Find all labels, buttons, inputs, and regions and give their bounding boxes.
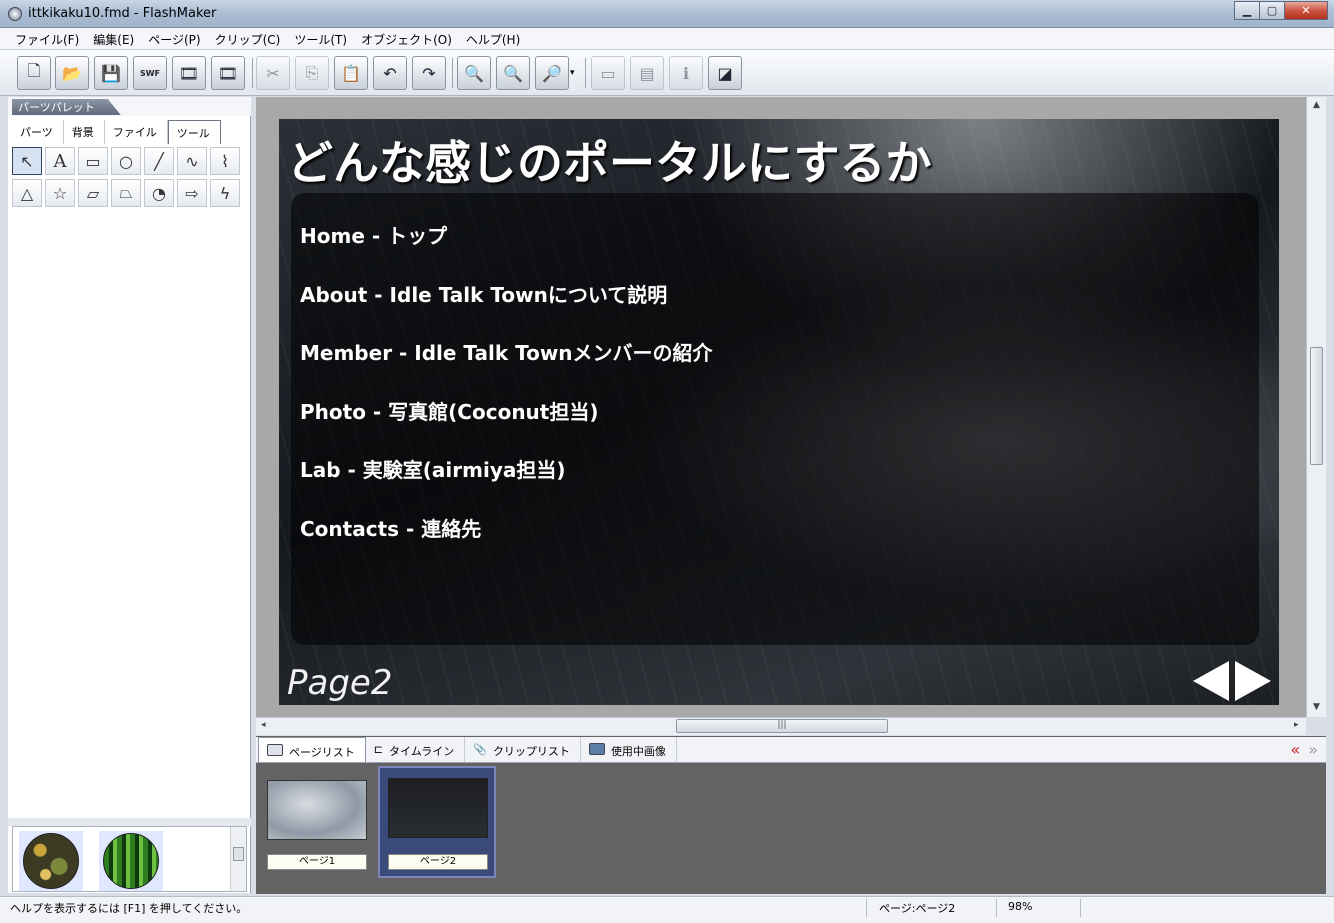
film-icon[interactable]: 🎞 [172, 56, 206, 90]
undo-icon[interactable]: ↶ [373, 56, 407, 90]
line-tool-icon[interactable]: ╱ [144, 147, 174, 175]
status-help-text: ヘルプを表示するには [F1] を押してください。 [10, 902, 248, 915]
palette-title: パーツパレット [12, 99, 121, 115]
menu-page[interactable]: ページ(P) [141, 28, 207, 49]
page2-preview-image [388, 778, 488, 838]
vertical-scroll-thumb[interactable] [1310, 347, 1323, 465]
image-icon [588, 743, 605, 755]
collapse-left-icon[interactable]: « [1290, 740, 1300, 759]
canvas-vertical-scrollbar[interactable]: ▲ ▼ [1306, 97, 1326, 717]
palette-scrollbar[interactable] [230, 827, 246, 891]
parallelogram-tool-icon[interactable]: ▱ [78, 179, 108, 207]
tab-clip-list[interactable]: 📎 クリップリスト [465, 737, 581, 762]
tab-images-in-use[interactable]: 使用中画像 [581, 737, 677, 762]
cut-icon[interactable]: ✂ [256, 56, 290, 90]
status-zoom: 98% [1008, 900, 1033, 913]
expand-right-icon[interactable]: » [1308, 740, 1318, 759]
paperclip-icon: 📎 [473, 743, 487, 756]
zoom-out-icon[interactable]: 🔍 [496, 56, 530, 90]
paste-icon[interactable]: 📋 [334, 56, 368, 90]
canvas-horizontal-scrollbar[interactable]: ◂ ||| ▸ [256, 717, 1306, 735]
camo-swatch-2[interactable] [99, 831, 163, 891]
zoom-in-icon[interactable]: 🔍 [457, 56, 491, 90]
slide-title: どんな感じのポータルにするか [287, 136, 932, 190]
new-file-icon[interactable]: 🗋 [17, 56, 51, 90]
timeline-icon: ⊏ [373, 743, 383, 756]
maximize-button[interactable]: ▢ [1259, 1, 1285, 20]
status-page: ページ:ページ2 [879, 902, 956, 915]
window-title: ittkikaku10.fmd - FlashMaker [28, 6, 217, 21]
pie-tool-icon[interactable]: ◔ [144, 179, 174, 207]
menu-help[interactable]: ヘルプ(H) [459, 28, 527, 49]
close-button[interactable]: ✕ [1284, 1, 1328, 20]
bottom-tabs: ページリスト ⊏ タイムライン 📎 クリップリスト 使用中画像 « » [256, 737, 1326, 763]
page2-caption: ページ2 [388, 854, 488, 870]
star-tool-icon[interactable]: ☆ [45, 179, 75, 207]
slide-page-label: Page2 [287, 663, 393, 703]
tab-tool[interactable]: ツール [167, 120, 221, 144]
slide-item-contacts: Contacts - 連絡先 [300, 517, 482, 541]
tab-file[interactable]: ファイル [105, 120, 168, 144]
menu-bar: ファイル(F) 編集(E) ページ(P) クリップ(C) ツール(T) オブジェ… [0, 28, 1334, 50]
zoom-fit-icon[interactable]: 🔎 [535, 56, 569, 90]
slide-item-lab: Lab - 実験室(airmiya担当) [300, 458, 566, 482]
film-export-icon[interactable]: 🎞 [211, 56, 245, 90]
palette-divider [8, 818, 251, 826]
triangle-tool-icon[interactable]: △ [12, 179, 42, 207]
tab-background[interactable]: 背景 [64, 120, 105, 144]
slide-item-home: Home - トップ [300, 224, 448, 248]
tab-parts[interactable]: パーツ [12, 120, 64, 144]
text-tool-icon[interactable]: A [45, 147, 75, 175]
page-thumbnail-1[interactable]: ページ1 [257, 772, 367, 870]
camo-swatch-1[interactable] [19, 831, 83, 891]
next-arrow-icon[interactable] [1233, 659, 1273, 703]
app-icon [8, 7, 22, 21]
palette-tabs: パーツ 背景 ファイル ツール [8, 120, 251, 144]
page-thumbnail-2[interactable]: ページ2 [378, 766, 496, 878]
open-folder-icon[interactable]: 📂 [55, 56, 89, 90]
minimize-button[interactable]: ▁ [1234, 1, 1260, 20]
redo-icon[interactable]: ↷ [412, 56, 446, 90]
object-icon[interactable]: ▭ [591, 56, 625, 90]
page1-caption: ページ1 [267, 854, 367, 870]
menu-file[interactable]: ファイル(F) [8, 28, 86, 49]
save-icon[interactable]: 💾 [94, 56, 128, 90]
parts-palette [8, 97, 251, 893]
rectangle-tool-icon[interactable]: ▭ [78, 147, 108, 175]
status-bar: ヘルプを表示するには [F1] を押してください。 ページ:ページ2 98% [0, 896, 1334, 923]
arrange-icon[interactable]: ▤ [630, 56, 664, 90]
info-icon[interactable]: ℹ [669, 56, 703, 90]
slide-item-about: About - Idle Talk Townについて説明 [300, 283, 668, 307]
slide-stage[interactable]: どんな感じのポータルにするか Home - トップ About - Idle T… [279, 119, 1279, 705]
trapezoid-tool-icon[interactable]: ⏢ [111, 179, 141, 207]
arrow-shape-tool-icon[interactable]: ⇨ [177, 179, 207, 207]
zoom-dropdown-icon[interactable]: ▾ [570, 68, 575, 78]
slide-item-member: Member - Idle Talk Townメンバーの紹介 [300, 341, 713, 365]
menu-tool[interactable]: ツール(T) [287, 28, 354, 49]
lightning-tool-icon[interactable]: ϟ [210, 179, 240, 207]
image-edit-icon[interactable]: ◪ [708, 56, 742, 90]
freeform-tool-icon[interactable]: ⌇ [210, 147, 240, 175]
export-swf-icon[interactable]: SWF [133, 56, 167, 90]
palette-thumbnails [12, 826, 247, 892]
toolbar: 🗋 📂 💾 SWF 🎞 🎞 ✂ ⎘ 📋 ↶ ↷ 🔍 🔍 🔎 ▾ ▭ ▤ ℹ ◪ [0, 50, 1334, 96]
menu-edit[interactable]: 編集(E) [86, 28, 141, 49]
prev-arrow-icon[interactable] [1191, 659, 1231, 703]
page1-preview-image [267, 780, 367, 840]
horizontal-scroll-thumb[interactable]: ||| [676, 719, 888, 733]
monitor-icon [267, 744, 283, 756]
menu-object[interactable]: オブジェクト(O) [354, 28, 459, 49]
palette-header: パーツパレット [8, 97, 251, 116]
menu-clip[interactable]: クリップ(C) [208, 28, 288, 49]
ellipse-tool-icon[interactable]: ○ [111, 147, 141, 175]
copy-icon[interactable]: ⎘ [295, 56, 329, 90]
select-arrow-icon[interactable]: ↖ [12, 147, 42, 175]
title-bar: ittkikaku10.fmd - FlashMaker ▁ ▢ ✕ [0, 0, 1334, 28]
slide-item-photo: Photo - 写真館(Coconut担当) [300, 400, 599, 424]
tab-page-list[interactable]: ページリスト [258, 737, 366, 762]
curve-tool-icon[interactable]: ∿ [177, 147, 207, 175]
tab-timeline[interactable]: ⊏ タイムライン [366, 737, 466, 762]
